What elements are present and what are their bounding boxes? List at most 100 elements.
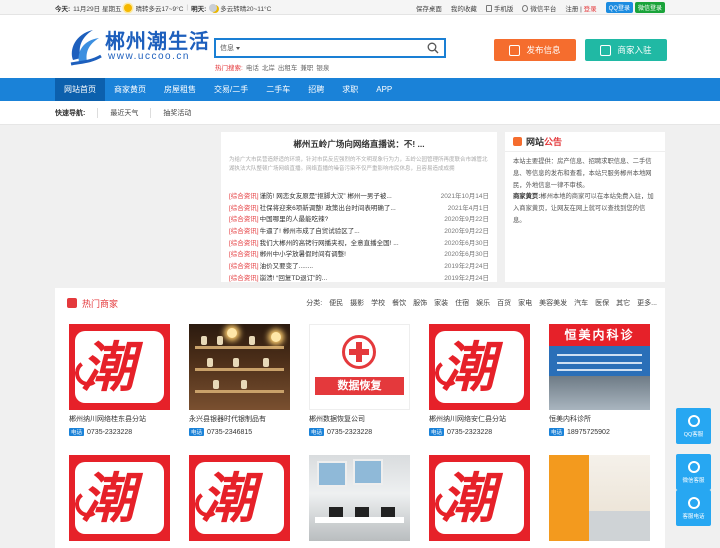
category-link[interactable]: 家装 [434, 298, 448, 308]
news-item[interactable]: [综合资讯] 谨防! 网恋女友原是“抠脚大汉” 郴州一男子被... 2021年10月… [229, 189, 489, 201]
news-category: [综合资讯] [229, 216, 259, 224]
merchant-card[interactable]: 潮 [69, 455, 170, 541]
category-link[interactable]: 其它 [616, 298, 630, 308]
merchant-card[interactable]: 潮 郴州纳川网络安仁县分站 电话 0735-2323228 [429, 324, 530, 436]
merchant-photo [309, 455, 410, 541]
search-button[interactable] [422, 40, 444, 56]
login-link[interactable]: 登录 [584, 6, 597, 13]
merchant-categories: 分类: 便民 摄影 学校 餐饮 服饰 家装 住宿 娱乐 百货 家电 美容美发 汽… [306, 298, 657, 308]
merchant-card[interactable]: 恒美内科诊 恒美内科诊所 电话 18975725902 [549, 324, 650, 436]
nav-jobs[interactable]: 招聘 [299, 78, 333, 101]
merchants-title: 热门商家 [82, 298, 119, 309]
sun-icon [124, 3, 133, 12]
category-link[interactable]: 便民 [329, 298, 343, 308]
category-link[interactable]: 美容美发 [539, 298, 567, 308]
nav-job-seeking[interactable]: 求职 [333, 78, 367, 101]
search-input[interactable] [246, 40, 422, 56]
logo-title: 郴州潮生活 [105, 31, 210, 53]
merchant-card[interactable]: 数据恢复 郴州数据恢复公司 电话 0735-2323228 [309, 324, 410, 436]
news-item[interactable]: [综合资讯] 油价又要变了........ 2019年2月24日 [229, 259, 489, 271]
more-categories-link[interactable]: 更多... [637, 298, 657, 308]
news-item[interactable]: [综合资讯] 我们大郴州的高铐行网播夹视，全意直播全国! ... 2020年6月30… [229, 236, 489, 248]
nav-second-hand[interactable]: 交易/二手 [205, 78, 257, 101]
mobile-link[interactable]: 手机版 [485, 3, 513, 13]
publish-label: 发布信息 [526, 45, 561, 55]
category-label: 分类: [306, 300, 323, 307]
news-title: 油价又要变了........ [259, 262, 314, 270]
category-link[interactable]: 服饰 [413, 298, 427, 308]
phone-icon [485, 4, 492, 12]
news-list: [综合资讯] 谨防! 网恋女友原是“抠脚大汉” 郴州一男子被... 2021年10月… [229, 189, 489, 283]
merchant-photo [549, 455, 650, 541]
datarec-sign: 数据恢复 [315, 377, 404, 395]
nav-housing[interactable]: 房屋租售 [155, 78, 205, 101]
logo-url: www.uccoo.cn [108, 51, 190, 62]
site-logo[interactable]: 郴州潮生活 www.uccoo.cn [67, 24, 209, 70]
merchant-phone: 电话 0735-2323228 [309, 428, 410, 436]
hot-word[interactable]: 出租车 [278, 62, 298, 72]
date-text: 11月29日 星期五 [73, 5, 122, 13]
hot-word[interactable]: 电话 [246, 62, 259, 72]
hot-word[interactable]: 北岸 [262, 62, 275, 72]
publish-info-button[interactable]: 发布信息 [494, 39, 576, 61]
wechat-login-button[interactable]: 微信登录 [634, 2, 665, 13]
quick-nav: 快速导航: 最近天气 抽奖活动 [0, 101, 720, 125]
merchant-photo: 恒美内科诊 [549, 324, 650, 410]
category-link[interactable]: 汽车 [574, 298, 588, 308]
favorites-link[interactable]: 我的收藏 [451, 3, 477, 13]
merchant-card[interactable]: 永兴县银器时代银制品有 电话 0735-2346815 [189, 324, 290, 436]
nav-home[interactable]: 网站首页 [55, 78, 105, 101]
phone-icon [687, 496, 700, 509]
nav-used-cars[interactable]: 二手车 [257, 78, 299, 101]
category-link[interactable]: 百货 [497, 298, 511, 308]
news-item[interactable]: [综合资讯] 社保将迎来6项新调整! 政策出台时间表明确了... 2021年4月1日 [229, 201, 489, 213]
headline-title[interactable]: 郴州五岭广场向网络直播说：不! ... [221, 138, 497, 150]
nav-yellow-pages[interactable]: 商家黄页 [105, 78, 155, 101]
hot-word[interactable]: 银泉 [316, 62, 329, 72]
category-link[interactable]: 医保 [595, 298, 609, 308]
merchant-card[interactable]: 潮 郴州纳川网络桂东县分站 电话 0735-2323228 [69, 324, 170, 436]
news-category: [综合资讯] [229, 192, 259, 200]
category-link[interactable]: 住宿 [455, 298, 469, 308]
register-link[interactable]: 注册 [565, 6, 578, 13]
merchant-card[interactable]: 潮 [189, 455, 290, 541]
phone-tag: 电话 [549, 428, 565, 436]
nav-app[interactable]: APP [367, 78, 401, 101]
hot-word[interactable]: 兼职 [300, 62, 313, 72]
merchant-label: 商家入驻 [617, 45, 652, 55]
news-item[interactable]: [综合资讯] 牛逼了! 郴州市成了自贸试验区了... 2020年9月22日 [229, 224, 489, 236]
news-item[interactable]: [综合资讯] 郴州中小学放暑假时间有调整! 2020年6月30日 [229, 247, 489, 259]
quick-lottery-link[interactable]: 抽奖活动 [150, 108, 203, 118]
category-link[interactable]: 餐饮 [392, 298, 406, 308]
category-link[interactable]: 家电 [518, 298, 532, 308]
news-category: [综合资讯] [229, 274, 259, 282]
search-category-label: 信息 [220, 45, 234, 52]
search-category-select[interactable]: 信息 [216, 43, 246, 53]
merchant-join-button[interactable]: 商家入驻 [585, 39, 667, 61]
merchant-card[interactable] [309, 455, 410, 541]
category-link[interactable]: 摄影 [350, 298, 364, 308]
category-link[interactable]: 娱乐 [476, 298, 490, 308]
notice-icon [513, 137, 522, 146]
news-item[interactable]: [综合资讯] 崩溃! “回复TD退订”的... 2019年2月24日 [229, 271, 489, 283]
wechat-service-button[interactable]: 微信客服 [676, 454, 711, 490]
news-title: 牛逼了! 郴州市成了自贸试验区了... [259, 227, 360, 235]
news-title: 崩溃! “回复TD退订”的... [259, 274, 328, 282]
merchant-card[interactable]: 潮 [429, 455, 530, 541]
news-date: 2021年4月1日 [447, 204, 489, 212]
category-link[interactable]: 学校 [371, 298, 385, 308]
merchant-phone: 电话 0735-2346815 [189, 428, 290, 436]
qq-login-button[interactable]: QQ登录 [605, 2, 633, 13]
news-date: 2020年9月22日 [444, 227, 489, 235]
logo-icon [70, 30, 102, 66]
quick-weather-link[interactable]: 最近天气 [97, 108, 150, 118]
phone-service-button[interactable]: 客服电话 [676, 490, 711, 526]
wechat-platform-link[interactable]: 微信平台 [522, 3, 556, 13]
wechat-label: 微信平台 [530, 5, 557, 13]
news-item[interactable]: [综合资讯] 中国哪里的人最能吃辣? 2020年9月22日 [229, 212, 489, 224]
hot-search: 热门搜索: 电话 北岸 出租车 兼职 银泉 [215, 62, 329, 72]
qq-service-button[interactable]: QQ客服 [676, 408, 711, 444]
save-desktop-link[interactable]: 保存桌面 [416, 3, 442, 13]
quick-nav-label: 快速导航: [55, 110, 86, 117]
merchant-card[interactable] [549, 455, 650, 541]
